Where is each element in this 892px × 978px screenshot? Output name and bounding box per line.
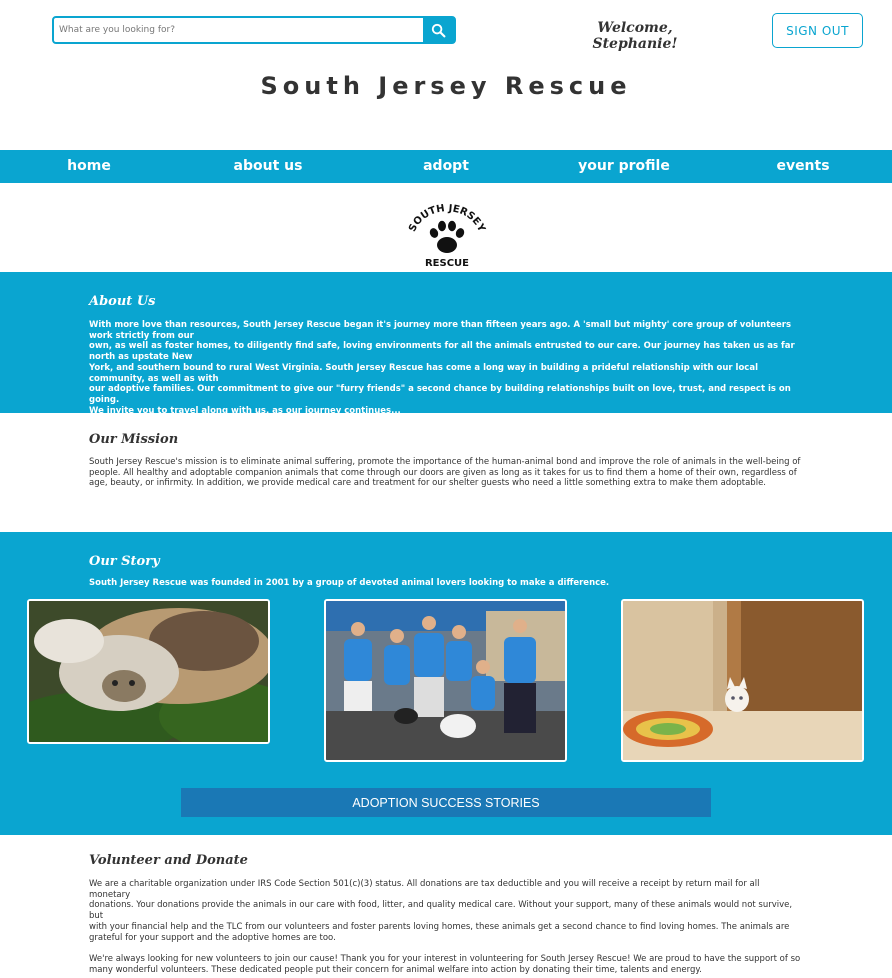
nav-adopt[interactable]: adopt [423, 150, 469, 183]
volunteer-line: We are a charitable organization under I… [89, 879, 760, 900]
story-photo-cats [27, 599, 270, 744]
about-section: About Us With more love than resources, … [0, 272, 892, 416]
mission-section: Our Mission South Jersey Rescue's missio… [0, 413, 892, 532]
about-heading: About Us [89, 294, 156, 309]
about-line: our adoptive families. Our commitment to… [89, 384, 791, 405]
story-photo-kitten [621, 599, 864, 762]
nav-your-profile[interactable]: your profile [578, 150, 670, 183]
volunteer-line: with your financial help and the TLC fro… [89, 921, 790, 932]
rescue-logo: SOUTH JERSEY RESCUE [406, 200, 488, 270]
volunteer-line: many wonderful volunteers. These dedicat… [89, 964, 702, 975]
nav-events[interactable]: events [776, 150, 829, 183]
story-text: South Jersey Rescue was founded in 2001 … [89, 578, 610, 588]
search-button[interactable] [423, 18, 454, 42]
logo-bottom-text: RESCUE [425, 258, 469, 269]
mission-heading: Our Mission [89, 432, 179, 447]
about-line: York, and southern bound to rural West V… [89, 362, 758, 384]
story-photo-volunteers [324, 599, 567, 762]
search-bar [52, 16, 456, 44]
nav-home[interactable]: home [67, 150, 111, 183]
about-line: own, as well as foster homes, to diligen… [89, 341, 795, 363]
mission-line: age, beauty, or infirmity. In addition, … [89, 478, 766, 489]
about-text: With more love than resources, South Jer… [89, 320, 801, 416]
story-heading: Our Story [89, 554, 160, 569]
mission-line: people. All healthy and adoptable compan… [89, 467, 797, 478]
adoption-success-stories-button[interactable]: ADOPTION SUCCESS STORIES [181, 788, 711, 817]
welcome-message: Welcome, Stephanie! [592, 20, 678, 52]
mission-line: South Jersey Rescue's mission is to elim… [89, 457, 801, 467]
volunteer-text: We are a charitable organization under I… [89, 879, 801, 975]
logo-top-text: SOUTH JERSEY [407, 203, 487, 234]
mission-text: South Jersey Rescue's mission is to elim… [89, 457, 801, 489]
search-input[interactable] [54, 18, 423, 42]
sign-out-button[interactable]: SIGN OUT [772, 13, 863, 48]
nav-about-us[interactable]: about us [234, 150, 303, 183]
svg-text:SOUTH JERSEY: SOUTH JERSEY [407, 203, 487, 234]
paw-icon [429, 220, 465, 253]
volunteer-heading: Volunteer and Donate [89, 853, 248, 868]
volunteer-line: donations. Your donations provide the an… [89, 900, 793, 922]
volunteer-line: We're always looking for new volunteers … [89, 953, 801, 964]
volunteer-line: grateful for your support and the adopti… [89, 932, 336, 943]
site-title: South Jersey Rescue [260, 72, 632, 100]
volunteer-section: Volunteer and Donate We are a charitable… [0, 835, 892, 978]
search-icon [431, 23, 446, 37]
main-nav: home about us adopt your profile events [0, 150, 892, 183]
about-line: With more love than resources, South Jer… [89, 320, 792, 341]
